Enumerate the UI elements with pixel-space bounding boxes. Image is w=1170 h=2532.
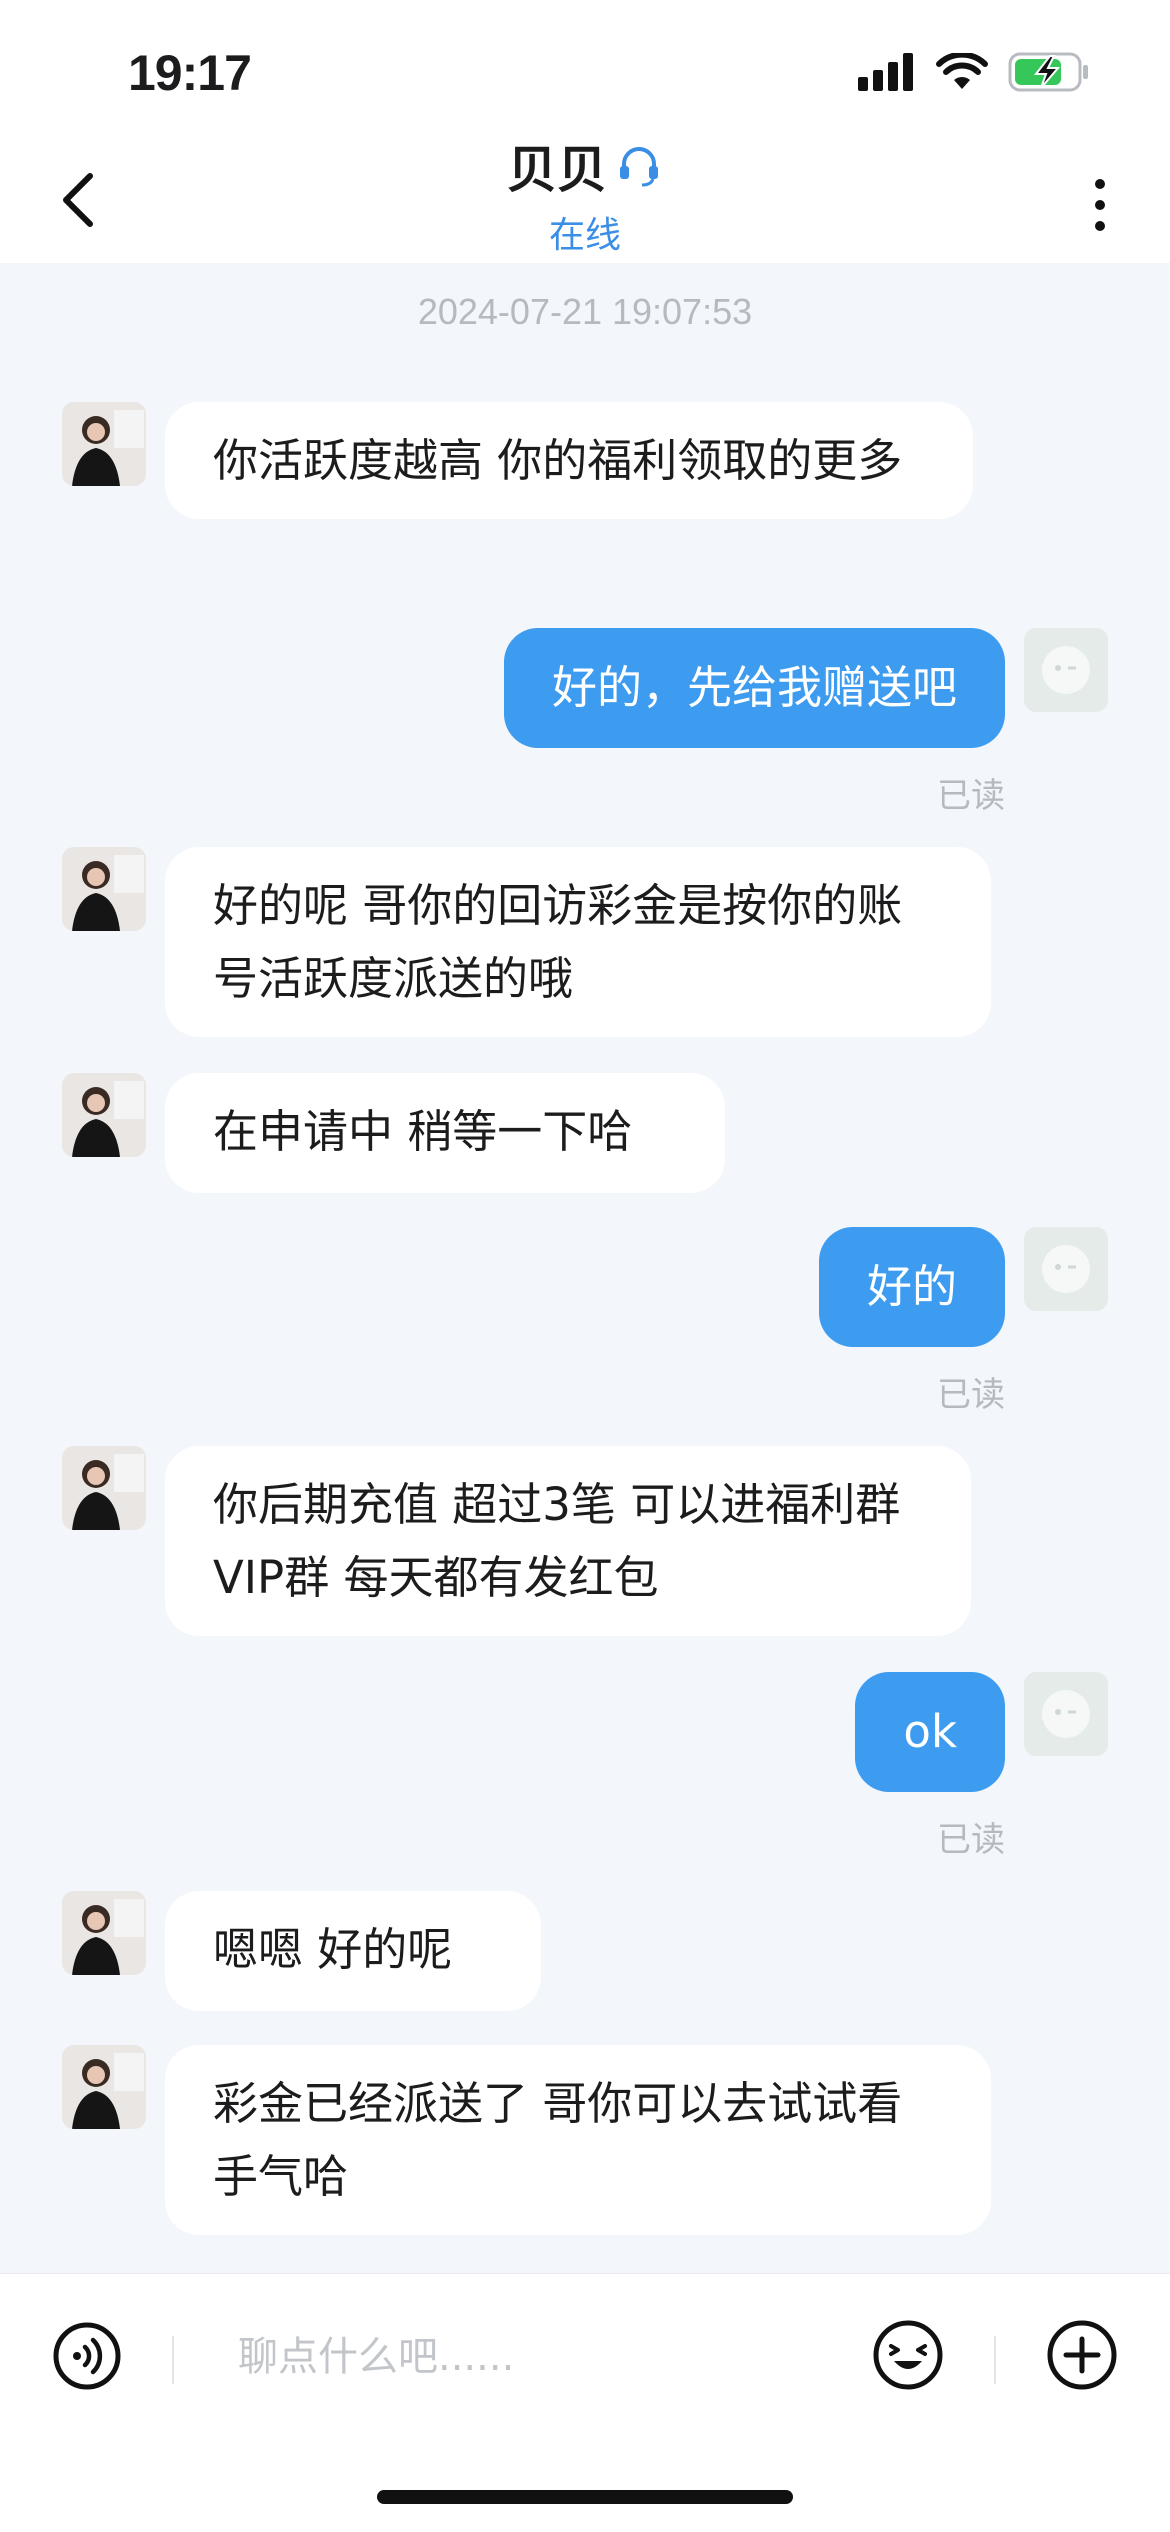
incoming-message: 你活跃度越高 你的福利领取的更多 — [165, 402, 973, 519]
read-receipt: 已读 — [937, 776, 1005, 816]
contact-avatar[interactable] — [62, 1891, 146, 1975]
message-input[interactable]: 聊点什么吧...... — [238, 2324, 514, 2382]
input-divider — [994, 2336, 996, 2384]
plus-circle-icon[interactable] — [1046, 2319, 1118, 2391]
contact-avatar[interactable] — [62, 847, 146, 931]
more-vertical-icon[interactable] — [1080, 170, 1120, 240]
outgoing-message: ok — [855, 1672, 1005, 1792]
home-indicator[interactable] — [377, 2490, 793, 2504]
read-receipt: 已读 — [937, 1820, 1005, 1860]
contact-avatar[interactable] — [62, 1073, 146, 1157]
cellular-signal-icon — [858, 53, 913, 91]
incoming-message: 彩金已经派送了 哥你可以去试试看手气哈 — [165, 2045, 991, 2235]
message-timestamp: 2024-07-21 19:07:53 — [417, 291, 753, 332]
voice-icon[interactable] — [52, 2321, 122, 2391]
outgoing-message: 好的，先给我赠送吧 — [503, 628, 1005, 748]
battery-charging-icon — [1008, 52, 1088, 92]
status-time: 19:17 — [128, 45, 252, 101]
contact-avatar[interactable] — [62, 1446, 146, 1530]
online-status: 在线 — [548, 215, 621, 256]
incoming-message: 在申请中 稍等一下哈 — [165, 1073, 725, 1193]
contact-name: 贝贝 — [507, 141, 607, 199]
incoming-message: 好的呢 哥你的回访彩金是按你的账号活跃度派送的哦 — [165, 847, 991, 1037]
emoji-icon[interactable] — [872, 2319, 944, 2391]
contact-name-row: 贝贝 — [507, 130, 663, 202]
incoming-message: 你后期充值 超过3笔 可以进福利群 VIP群 每天都有发红包 — [165, 1446, 971, 1636]
input-divider — [172, 2336, 174, 2384]
read-receipt: 已读 — [937, 1375, 1005, 1415]
contact-avatar[interactable] — [62, 2045, 146, 2129]
wifi-icon — [936, 53, 988, 89]
status-bar: 19:17 — [0, 0, 1170, 140]
incoming-message: 嗯嗯 好的呢 — [165, 1891, 541, 2011]
user-avatar[interactable] — [1024, 1672, 1108, 1756]
headset-icon — [620, 147, 658, 187]
chat-header: 贝贝 在线 — [0, 120, 1170, 263]
status-icons — [858, 52, 1090, 92]
contact-info: 贝贝 在线 — [0, 130, 1170, 258]
outgoing-message: 好的 — [818, 1227, 1005, 1347]
message-list[interactable]: 2024-07-21 19:07:53 你活跃度越高 你的福利领取的更多 好的，… — [0, 263, 1170, 2273]
user-avatar[interactable] — [1024, 628, 1108, 712]
contact-avatar[interactable] — [62, 402, 146, 486]
user-avatar[interactable] — [1024, 1227, 1108, 1311]
